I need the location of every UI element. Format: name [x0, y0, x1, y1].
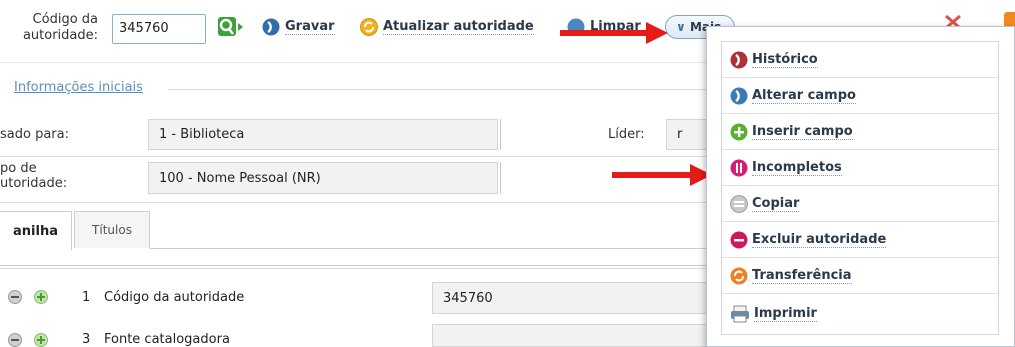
menu-item-transferencia[interactable]: Transferência	[722, 258, 998, 294]
search-go-icon[interactable]	[216, 14, 244, 40]
row-value-field[interactable]	[432, 324, 706, 347]
printer-icon	[731, 305, 749, 323]
remove-icon[interactable]	[8, 333, 22, 347]
content-divider	[0, 268, 706, 269]
more-menu: Histórico Alterar campo Inserir campo In…	[706, 26, 1015, 347]
usado-para-field[interactable]: 1 - Biblioteca	[148, 119, 498, 150]
incomplete-icon	[730, 159, 748, 176]
section-title-link[interactable]: Informações iniciais	[14, 80, 143, 95]
lider-field[interactable]: r	[666, 119, 706, 150]
add-icon[interactable]	[34, 290, 48, 304]
tipo-autoridade-field[interactable]: 100 - Nome Pessoal (NR)	[148, 162, 498, 194]
chevron-down-icon: ∨	[676, 20, 686, 34]
authority-code-input[interactable]: 345760	[112, 14, 206, 44]
field-separator	[500, 119, 501, 150]
insert-field-icon	[730, 123, 748, 140]
copy-icon	[730, 194, 748, 213]
row-actions	[8, 333, 48, 347]
menu-item-imprimir[interactable]: Imprimir	[722, 294, 998, 334]
menu-item-alterar-campo[interactable]: Alterar campo	[722, 78, 998, 114]
row-number: 3	[82, 332, 91, 347]
menu-item-historico[interactable]: Histórico	[722, 42, 998, 78]
delete-icon	[730, 231, 748, 248]
save-icon	[262, 18, 280, 36]
update-icon	[360, 18, 378, 36]
transfer-icon	[730, 267, 748, 284]
lider-label: Líder:	[608, 127, 645, 142]
row-divider	[0, 156, 706, 157]
save-button[interactable]: Gravar	[262, 15, 335, 39]
remove-icon[interactable]	[8, 290, 22, 304]
usado-para-label: sado para:	[0, 127, 69, 142]
more-menu-list: Histórico Alterar campo Inserir campo In…	[721, 41, 999, 335]
row-actions	[8, 290, 48, 304]
alter-field-icon	[730, 87, 748, 104]
authority-code-label: Código da autoridade:	[22, 12, 98, 43]
menu-item-inserir-campo[interactable]: Inserir campo	[722, 114, 998, 150]
toolbar-divider	[0, 62, 706, 63]
row-number: 1	[82, 290, 91, 305]
row-value-field[interactable]: 345760	[432, 282, 706, 314]
row-divider	[0, 202, 706, 203]
menu-item-copiar[interactable]: Copiar	[722, 186, 998, 222]
tabs-baseline	[150, 248, 706, 249]
section-divider	[168, 89, 728, 90]
add-icon[interactable]	[34, 333, 48, 347]
menu-item-excluir-autoridade[interactable]: Excluir autoridade	[722, 222, 998, 258]
row-label: Fonte catalogadora	[104, 332, 230, 347]
content-divider	[0, 265, 706, 266]
tab-planilha[interactable]: anilha	[0, 211, 72, 250]
annotation-arrow-top	[560, 22, 668, 44]
menu-item-incompletos[interactable]: Incompletos	[722, 150, 998, 186]
history-icon	[730, 51, 748, 68]
field-separator	[500, 162, 501, 194]
annotation-arrow-menu	[612, 164, 712, 186]
tipo-autoridade-label: po de utoridade:	[0, 161, 68, 191]
update-authority-button[interactable]: Atualizar autoridade	[360, 15, 534, 39]
tab-titulos[interactable]: Títulos	[74, 211, 150, 248]
row-label: Código da autoridade	[104, 290, 245, 305]
